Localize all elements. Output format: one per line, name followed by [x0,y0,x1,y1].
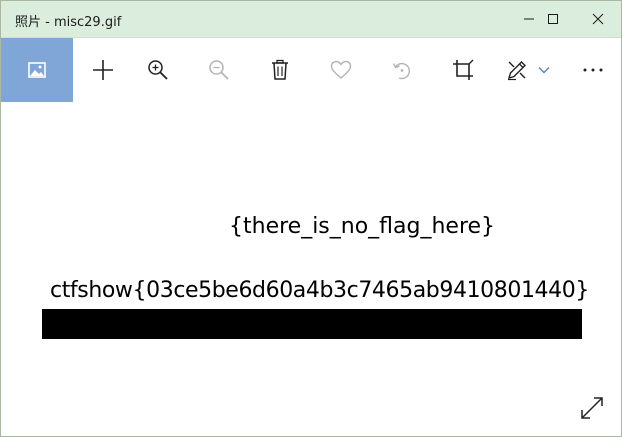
zoom-out-button[interactable] [195,38,243,102]
rotate-icon [392,62,410,80]
fullscreen-button[interactable] [576,392,608,424]
close-button[interactable] [575,1,621,37]
crop-button[interactable] [439,38,487,102]
image-icon [28,62,46,78]
image-canvas[interactable]: {there_is_no_flag_here} ctfshow{03ce5be6… [1,102,621,436]
photos-window: 照片 - misc29.gif {there_is_no_flag_here} … [0,0,622,437]
rotate-button[interactable] [378,38,426,102]
fullscreen-expand-icon [581,397,603,419]
zoom-in-icon [148,60,168,80]
title-bar[interactable]: 照片 - misc29.gif [1,1,621,38]
maximize-icon [548,14,558,24]
delete-button[interactable] [256,38,304,102]
favorite-heart-icon [330,60,352,79]
delete-icon [272,59,288,80]
redaction-bar [42,309,582,339]
add-icon [93,60,113,80]
close-icon [592,13,604,25]
image-text-line-1: {there_is_no_flag_here} [229,214,496,239]
more-icon [583,68,603,72]
window-title: 照片 - misc29.gif [15,15,122,30]
edit-dropdown-button[interactable] [531,38,557,102]
zoom-out-icon [209,60,229,80]
chevron-down-icon [538,66,550,74]
zoom-in-button[interactable] [134,38,182,102]
add-button[interactable] [79,38,127,102]
crop-icon [453,59,474,80]
more-options-button[interactable] [569,38,617,102]
image-text-line-2: ctfshow{03ce5be6d60a4b3c7465ab9410801440… [50,278,589,303]
favorite-button[interactable] [317,38,365,102]
toolbar [1,38,621,102]
maximize-button[interactable] [530,1,576,37]
image-view-button[interactable] [1,38,73,102]
edit-draw-icon [507,61,526,81]
